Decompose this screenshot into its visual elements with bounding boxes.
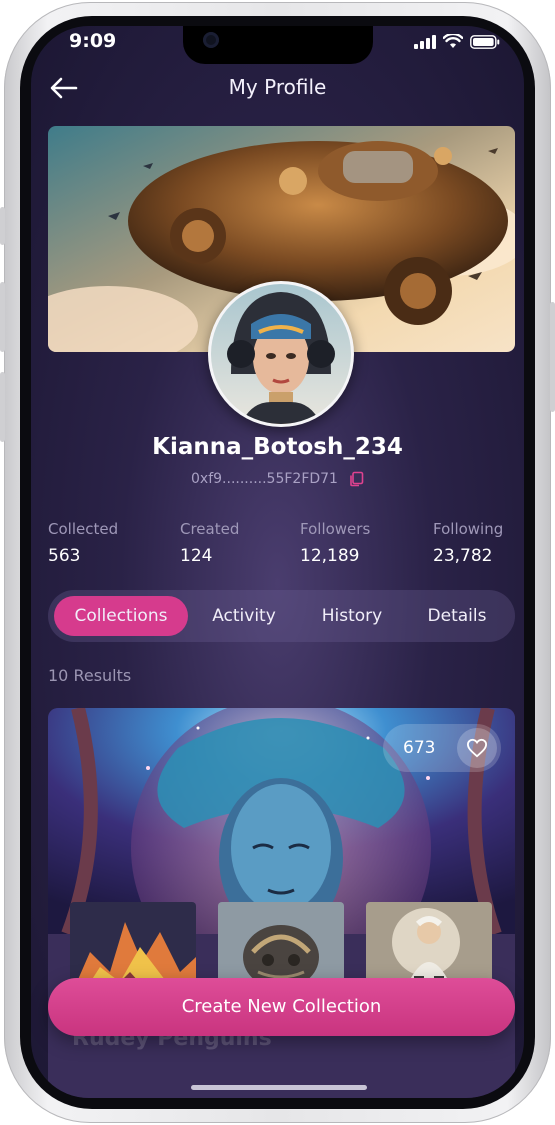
status-time: 9:09 xyxy=(69,30,117,52)
collection-card[interactable]: 673 Rudey Penguins xyxy=(48,708,515,1098)
wallet-address: 0xf9..........55F2FD71 xyxy=(191,471,338,487)
volume-up-button xyxy=(0,282,5,352)
app-screen: 9:09 My Profile Kianna_Botosh_234 0xf9..… xyxy=(31,26,524,1098)
profile-stats: Collected 563 Created 124 Followers 12,1… xyxy=(48,520,518,570)
silent-switch xyxy=(0,207,5,245)
create-collection-button[interactable]: Create New Collection xyxy=(48,978,515,1036)
battery-icon xyxy=(470,34,500,49)
avatar[interactable] xyxy=(208,281,354,427)
stat-value: 563 xyxy=(48,546,81,566)
stat-label: Collected xyxy=(48,520,119,538)
stat-label: Following xyxy=(433,520,504,538)
stat-following[interactable]: Following 23,782 xyxy=(433,520,503,566)
stat-value: 124 xyxy=(180,546,213,566)
heart-icon xyxy=(466,738,488,758)
cellular-signal-icon xyxy=(414,34,436,49)
stat-value: 12,189 xyxy=(300,546,360,566)
profile-tabs: Collections Activity History Details xyxy=(48,590,515,642)
copy-icon[interactable] xyxy=(348,471,364,487)
favorite-button[interactable] xyxy=(457,728,497,768)
tab-collections[interactable]: Collections xyxy=(54,596,188,636)
like-count: 673 xyxy=(403,738,436,758)
results-count: 10 Results xyxy=(48,666,132,685)
front-camera xyxy=(203,32,219,48)
stat-label: Followers xyxy=(300,520,371,538)
stat-followers[interactable]: Followers 12,189 xyxy=(300,520,370,566)
stat-collected[interactable]: Collected 563 xyxy=(48,520,118,566)
volume-down-button xyxy=(0,372,5,442)
stat-label: Created xyxy=(180,520,240,538)
status-icons xyxy=(414,34,500,49)
home-indicator[interactable] xyxy=(191,1085,367,1090)
stat-value: 23,782 xyxy=(433,546,493,566)
stat-created[interactable]: Created 124 xyxy=(180,520,239,566)
wallet-row: 0xf9..........55F2FD71 xyxy=(31,471,524,487)
wifi-icon xyxy=(443,34,463,48)
power-button xyxy=(550,302,555,412)
profile-username: Kianna_Botosh_234 xyxy=(152,434,403,460)
tab-history[interactable]: History xyxy=(306,596,398,636)
tab-activity[interactable]: Activity xyxy=(194,596,294,636)
like-pill: 673 xyxy=(383,724,501,772)
tab-details[interactable]: Details xyxy=(408,596,506,636)
page-title: My Profile xyxy=(228,75,327,99)
